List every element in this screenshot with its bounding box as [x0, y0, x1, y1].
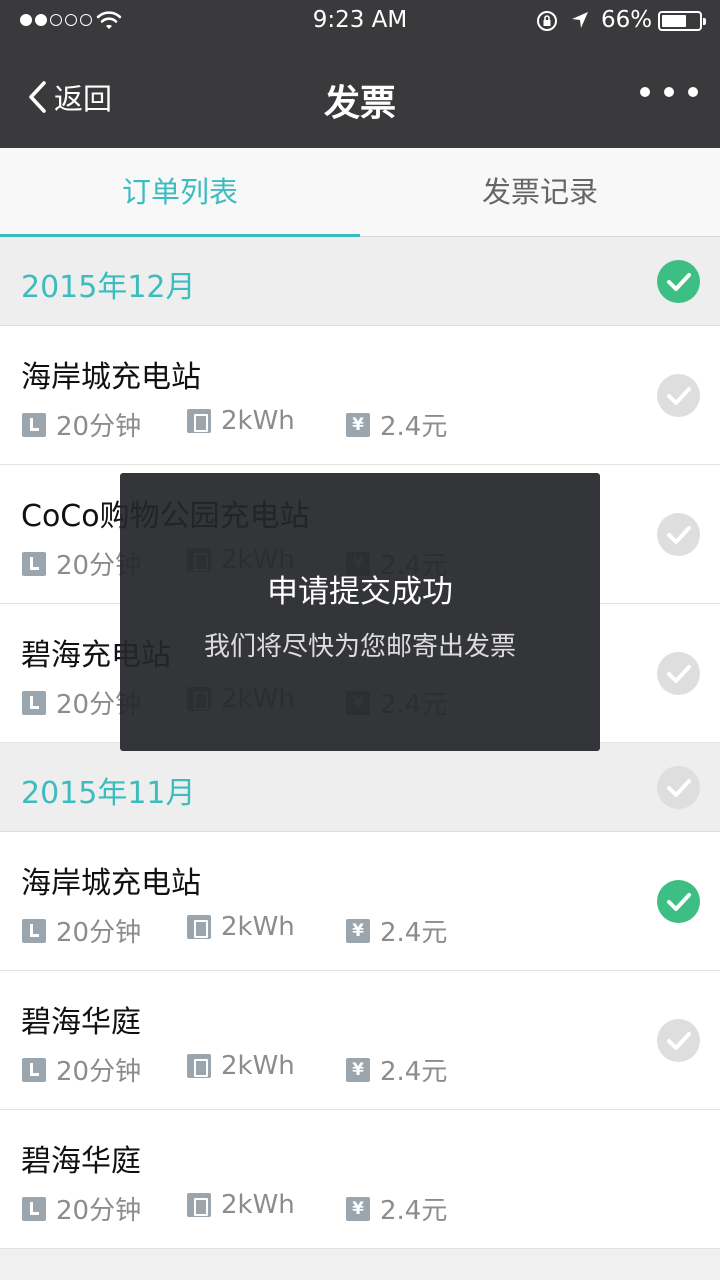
rotation-lock-icon	[537, 11, 557, 31]
order-select-check-icon[interactable]	[657, 374, 700, 417]
yen-icon: ¥	[346, 412, 370, 437]
price-value: 2.4元	[380, 1057, 448, 1087]
duration-info: 20分钟	[22, 912, 141, 949]
more-button[interactable]	[640, 80, 698, 104]
duration-value: 20分钟	[56, 1196, 142, 1226]
nav-bar: 返回 发票	[0, 40, 720, 148]
tab-invoice-records[interactable]: 发票记录	[360, 148, 720, 236]
checkmark-icon	[667, 665, 691, 683]
clock-icon	[22, 1196, 46, 1221]
more-dot-icon	[664, 87, 674, 97]
battery-icon	[187, 1193, 211, 1217]
battery-icon	[658, 11, 706, 31]
more-dot-icon	[640, 87, 650, 97]
energy-value: 2kWh	[221, 406, 295, 436]
station-name: 碧海华庭	[21, 1144, 141, 1179]
order-row[interactable]: 碧海华庭 20分钟 2kWh ¥2.4元	[0, 971, 720, 1110]
duration-info: 20分钟	[22, 1051, 141, 1088]
order-select-check-icon[interactable]	[657, 652, 700, 695]
clock-icon	[22, 412, 46, 437]
toast-message: 我们将尽快为您邮寄出发票	[203, 632, 516, 662]
energy-value: 2kWh	[221, 1051, 295, 1081]
month-label: 2015年11月	[21, 776, 196, 811]
energy-info: 2kWh	[187, 1190, 295, 1220]
yen-icon: ¥	[346, 1057, 370, 1082]
checkmark-icon	[667, 779, 691, 797]
toast-title: 申请提交成功	[267, 574, 453, 610]
checkmark-icon	[667, 893, 691, 911]
battery-icon	[187, 409, 211, 433]
price-info: ¥2.4元	[346, 406, 447, 443]
month-header: 2015年11月	[0, 743, 720, 832]
price-value: 2.4元	[380, 918, 448, 948]
price-value: 2.4元	[380, 1196, 448, 1226]
duration-value: 20分钟	[56, 918, 142, 948]
clock-icon	[22, 690, 46, 715]
energy-value: 2kWh	[221, 1190, 295, 1220]
tab-order-list[interactable]: 订单列表	[0, 148, 360, 236]
yen-icon: ¥	[346, 1196, 370, 1221]
clock-icon	[22, 1057, 46, 1082]
energy-value: 2kWh	[221, 912, 295, 942]
duration-info: 20分钟	[22, 1190, 141, 1227]
month-select-check-icon[interactable]	[657, 260, 700, 303]
energy-info: 2kWh	[187, 406, 295, 436]
checkmark-icon	[667, 1032, 691, 1050]
order-row[interactable]: 海岸城充电站 20分钟 2kWh ¥2.4元	[0, 326, 720, 465]
station-name: 海岸城充电站	[21, 360, 201, 395]
back-label: 返回	[54, 82, 113, 116]
battery-icon	[187, 915, 211, 939]
order-row[interactable]: 碧海华庭 20分钟 2kWh ¥2.4元	[0, 1110, 720, 1249]
checkmark-icon	[667, 387, 691, 405]
duration-value: 20分钟	[56, 412, 142, 442]
more-dot-icon	[688, 87, 698, 97]
top-bar: 9:23 AM 66% 返回 发票	[0, 0, 720, 148]
month-label: 2015年12月	[21, 270, 196, 305]
price-info: ¥2.4元	[346, 1051, 447, 1088]
status-bar: 9:23 AM 66%	[0, 0, 720, 40]
yen-icon: ¥	[346, 918, 370, 943]
battery-percent: 66%	[601, 7, 653, 33]
duration-value: 20分钟	[56, 1057, 142, 1087]
duration-info: 20分钟	[22, 406, 141, 443]
energy-info: 2kWh	[187, 1051, 295, 1081]
order-row[interactable]: 海岸城充电站 20分钟 2kWh ¥2.4元	[0, 832, 720, 971]
station-name: 海岸城充电站	[21, 866, 201, 901]
price-value: 2.4元	[380, 412, 448, 442]
price-info: ¥2.4元	[346, 912, 447, 949]
station-name: 碧海华庭	[21, 1005, 141, 1040]
chevron-left-icon	[29, 81, 46, 113]
month-header: 2015年12月	[0, 237, 720, 326]
clock-icon	[22, 551, 46, 576]
month-select-check-icon[interactable]	[657, 766, 700, 809]
location-arrow-icon	[572, 12, 588, 28]
clock-icon	[22, 918, 46, 943]
order-select-check-icon[interactable]	[657, 1019, 700, 1062]
price-info: ¥2.4元	[346, 1190, 447, 1227]
back-button[interactable]: 返回	[26, 76, 112, 118]
order-select-check-icon[interactable]	[657, 880, 700, 923]
success-toast: 申请提交成功 我们将尽快为您邮寄出发票	[120, 473, 600, 751]
battery-fill	[662, 15, 686, 27]
battery-icon	[187, 1054, 211, 1078]
order-select-check-icon[interactable]	[657, 513, 700, 556]
checkmark-icon	[667, 526, 691, 544]
tab-bar: 订单列表 发票记录	[0, 148, 720, 237]
energy-info: 2kWh	[187, 912, 295, 942]
checkmark-icon	[667, 273, 691, 291]
